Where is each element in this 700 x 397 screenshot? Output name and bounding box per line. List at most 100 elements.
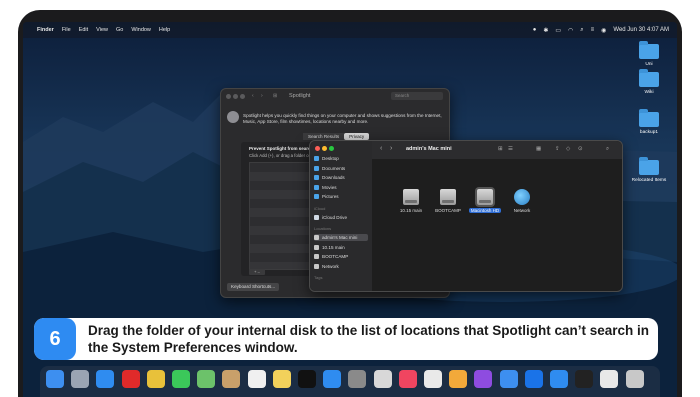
finder-sidebar: Desktop Documents Downloads Movies Pictures i…	[310, 141, 372, 291]
hard-drive-icon	[477, 189, 493, 205]
group-icon[interactable]: ▦	[536, 146, 541, 152]
sidebar-item-icon	[314, 194, 319, 199]
list-view-icon[interactable]: ☰	[508, 146, 513, 152]
maps-icon[interactable]	[197, 370, 216, 388]
tab-search-results[interactable]: Search Results	[303, 133, 345, 140]
desktop-folder-backup1[interactable]: backup1	[629, 109, 669, 135]
menu-finder[interactable]: Finder	[37, 27, 54, 33]
menu-go[interactable]: Go	[116, 27, 123, 33]
photos-icon[interactable]	[449, 370, 468, 388]
finder-item[interactable]: Macintosh HD	[468, 189, 502, 213]
music-icon[interactable]	[398, 370, 417, 388]
menu-bar: Finder File Edit View Go Window Help ● ✱…	[23, 22, 677, 38]
privacy-panel-title: Prevent Spotlight from search	[249, 146, 314, 151]
mail-icon[interactable]	[499, 370, 518, 388]
sidebar-item[interactable]: Pictures	[314, 193, 368, 200]
tag-icon[interactable]: ◇	[566, 146, 570, 152]
desktop-folder-relocated-items[interactable]: Relocated Items	[629, 157, 669, 183]
wifi-icon[interactable]: ◠	[568, 27, 573, 34]
sidebar-item-icon	[314, 184, 319, 190]
feedback-icon[interactable]	[474, 370, 493, 388]
sidebar-item-label: Pictures	[322, 194, 339, 199]
share-icon[interactable]: ⇪	[555, 146, 560, 152]
sidebar-item[interactable]: Documents	[314, 165, 368, 172]
desktop-folder-uni[interactable]: Uni	[629, 41, 669, 67]
sidebar-item-label: iCloud Drive	[322, 214, 348, 220]
spotlight-search-icon[interactable]: ⌕	[580, 27, 583, 34]
safari-icon[interactable]	[96, 370, 115, 388]
finder-item[interactable]: BOOTCAMP	[431, 189, 465, 213]
sidebar-item[interactable]: Downloads	[314, 174, 368, 181]
add-remove-buttons[interactable]: + –	[249, 269, 265, 275]
reminders-icon[interactable]	[247, 370, 266, 388]
zoom-button[interactable]	[329, 146, 334, 151]
search-icon[interactable]: ⌕	[606, 146, 609, 153]
messages-icon[interactable]	[172, 370, 190, 388]
finder-item[interactable]: 10.15 main	[394, 189, 428, 213]
sidebar-item[interactable]: Desktop	[314, 155, 368, 162]
sidebar-item[interactable]: admin's Mac mini	[314, 234, 368, 241]
close-button[interactable]	[315, 146, 320, 151]
search-field[interactable]: Search	[391, 92, 443, 100]
icon-view-icon[interactable]: ⊞	[498, 146, 503, 152]
chrome-icon[interactable]	[146, 370, 165, 388]
minimize-button[interactable]	[233, 94, 238, 99]
tab-privacy[interactable]: Privacy	[344, 133, 370, 140]
desktop-folder-label: Relocated Items	[631, 178, 667, 183]
sidebar-item[interactable]: iCloud Drive	[314, 214, 368, 221]
contacts-icon[interactable]	[222, 370, 241, 388]
sidebar-item[interactable]: BOOTCAMP	[314, 253, 368, 260]
minimize-button[interactable]	[322, 146, 327, 151]
finder-icon[interactable]	[46, 370, 64, 388]
folder-icon	[639, 69, 659, 87]
preview-icon[interactable]	[373, 370, 392, 388]
documents-stack-icon[interactable]	[600, 370, 619, 388]
caption-text: Drag the folder of your internal disk to…	[88, 323, 650, 355]
trash-icon[interactable]	[625, 370, 644, 388]
appstore-icon[interactable]	[323, 370, 342, 388]
more-icon[interactable]: ⊙	[578, 146, 583, 152]
menu-window[interactable]: Window	[131, 27, 151, 33]
tv-icon[interactable]	[298, 370, 316, 388]
close-button[interactable]	[226, 94, 231, 99]
status-circle-icon[interactable]: ●	[533, 27, 537, 33]
sidebar-item-label: Downloads	[322, 175, 345, 180]
sidebar-item[interactable]: 10.15 main	[314, 244, 368, 251]
back-icon[interactable]: ‹	[252, 93, 254, 99]
battery-icon[interactable]: ▭	[555, 27, 561, 34]
forward-icon[interactable]: ›	[261, 93, 263, 99]
finder-item[interactable]: Network	[505, 189, 539, 213]
zoom-button[interactable]	[240, 94, 245, 99]
sidebar-item-label: Desktop	[322, 156, 339, 161]
control-center-icon[interactable]: ≡	[591, 27, 595, 33]
script-editor-icon[interactable]	[424, 370, 442, 388]
sidebar-item-icon	[314, 244, 319, 250]
finder-item-label: Macintosh HD	[468, 208, 502, 213]
sidebar-item[interactable]: Movies	[314, 184, 368, 191]
grid-icon[interactable]: ⊞	[273, 93, 277, 99]
menu-help[interactable]: Help	[159, 27, 170, 33]
opera-icon[interactable]	[121, 370, 140, 388]
launchpad-icon[interactable]	[71, 370, 90, 388]
forward-icon[interactable]: ›	[390, 145, 392, 152]
network-icon	[514, 189, 530, 205]
system-preferences-icon[interactable]	[348, 370, 367, 388]
finder-window: Desktop Documents Downloads Movies Pictures i…	[309, 140, 623, 292]
mk-icon[interactable]	[550, 370, 568, 388]
menubar-clock[interactable]: Wed Jun 30 4:07 AM	[613, 27, 669, 33]
notes-icon[interactable]	[272, 370, 291, 388]
back-icon[interactable]: ‹	[380, 145, 382, 152]
menu-edit[interactable]: Edit	[79, 27, 88, 33]
cleanmymac-icon[interactable]	[575, 370, 594, 388]
desktop-folder-wiki[interactable]: Wiki	[629, 69, 669, 95]
menu-file[interactable]: File	[62, 27, 71, 33]
keyboard-shortcuts-button[interactable]: Keyboard Shortcuts...	[227, 283, 280, 291]
folder-icon	[639, 41, 659, 59]
sidebar-item-label: 10.15 main	[322, 244, 345, 250]
menu-view[interactable]: View	[96, 27, 108, 33]
sidebar-item[interactable]: Network	[314, 263, 368, 270]
sidebar-item-label: Movies	[322, 184, 337, 190]
gear-icon[interactable]: ✱	[543, 27, 548, 34]
teamviewer-icon[interactable]	[524, 370, 543, 388]
siri-icon[interactable]: ◉	[601, 27, 606, 34]
